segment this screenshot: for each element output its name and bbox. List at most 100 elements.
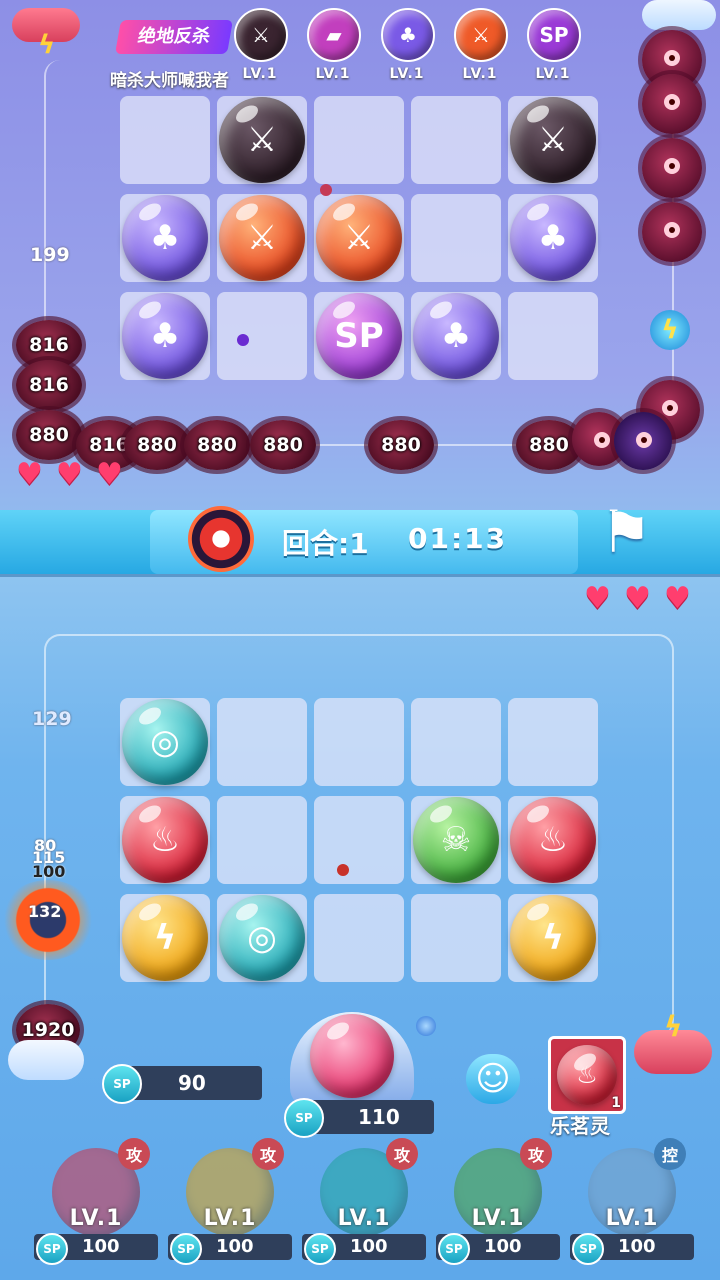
damage-number: 100 bbox=[32, 862, 66, 881]
swirl-ball[interactable]: ◎ bbox=[219, 895, 305, 981]
grid-cell bbox=[314, 96, 404, 184]
sword-ball: ⚔ bbox=[219, 97, 305, 183]
clover-ball: ♣ bbox=[510, 195, 596, 281]
monster-enemy bbox=[642, 202, 702, 262]
grid-cell bbox=[411, 698, 501, 786]
sp-ball: SP bbox=[316, 293, 402, 379]
character-count: 1 bbox=[611, 1095, 621, 1111]
launcher-knob bbox=[416, 1016, 436, 1036]
enemy-hp-880: 880 bbox=[184, 420, 250, 470]
clover-icon: ♣ bbox=[440, 316, 472, 356]
sp-badge: SP bbox=[284, 1098, 324, 1138]
sword-arrows-ball: ⚔ bbox=[316, 195, 402, 281]
sword-arrows-icon: ⚔ bbox=[246, 218, 278, 258]
round-label: 回合:1 bbox=[282, 527, 369, 560]
sp-icon: SP bbox=[334, 316, 384, 356]
skill-card-skull[interactable]: LV.1 攻 100 SP bbox=[436, 1138, 560, 1265]
next-character-card[interactable]: ♨ 1 bbox=[548, 1036, 626, 1114]
flame-icon: ♨ bbox=[149, 820, 181, 860]
control-tag: 控 bbox=[654, 1138, 686, 1170]
sp-cost-value: 100 bbox=[618, 1236, 656, 1257]
grid-cell bbox=[411, 96, 501, 184]
enemy-hp-880: 880 bbox=[16, 410, 82, 460]
flame-ball[interactable]: ♨ bbox=[122, 797, 208, 883]
sp-cost-value: 100 bbox=[216, 1236, 254, 1257]
sword-arrows-icon: ⚔ bbox=[343, 218, 375, 258]
sp-counter-center: 110 bbox=[306, 1100, 434, 1134]
sp-cost-value: 100 bbox=[484, 1236, 522, 1257]
surrender-flag-button[interactable]: ⚑ bbox=[600, 500, 670, 564]
heart-icon: ♥ bbox=[16, 457, 43, 492]
attack-tag: 攻 bbox=[386, 1138, 418, 1170]
monster-enemy bbox=[642, 138, 702, 198]
enemy-hp-816: 816 bbox=[16, 360, 82, 410]
enemy-hp-880: 880 bbox=[124, 420, 190, 470]
opponent-side-number: 199 bbox=[30, 244, 70, 266]
sp-cost-value: 100 bbox=[82, 1236, 120, 1257]
bolt-icon: ϟ bbox=[541, 918, 565, 958]
sp-badge: SP bbox=[170, 1233, 202, 1265]
attack-tag: 攻 bbox=[118, 1138, 150, 1170]
clover-ball: ♣ bbox=[122, 195, 208, 281]
flame-ball: ♨ bbox=[557, 1045, 617, 1105]
clover-icon: ♣ bbox=[149, 218, 181, 258]
sword-arrows-icon: ⚔ bbox=[454, 8, 508, 62]
bolt-icon: ϟ bbox=[153, 918, 177, 958]
skill-card-flame[interactable]: LV.1 攻 100 SP bbox=[34, 1138, 158, 1265]
next-ball bbox=[310, 1014, 394, 1098]
clover-icon: ♣ bbox=[537, 218, 569, 258]
sp-cost-value: 100 bbox=[350, 1236, 388, 1257]
sp-icon: SP bbox=[527, 8, 581, 62]
attack-tag: 攻 bbox=[520, 1138, 552, 1170]
sp-badge: SP bbox=[572, 1233, 604, 1265]
chat-button[interactable]: ☺ bbox=[466, 1054, 520, 1104]
next-character-name: 乐茗灵 bbox=[550, 1114, 610, 1138]
pink-card-icon: ▰ bbox=[307, 8, 361, 62]
skill-level: LV.1 bbox=[203, 1206, 257, 1231]
ball-launcher[interactable] bbox=[286, 1006, 436, 1108]
skull-ball[interactable]: ☠ bbox=[413, 797, 499, 883]
skill-level: LV.1 bbox=[69, 1206, 123, 1231]
projectile-dot bbox=[337, 864, 349, 876]
enemy-hp-880: 880 bbox=[368, 420, 434, 470]
skill-level: LV.1 bbox=[605, 1206, 659, 1231]
heart-icon: ♥ bbox=[584, 581, 611, 616]
target-eye-icon bbox=[188, 506, 254, 572]
monster-enemy bbox=[642, 74, 702, 134]
bolt-ball[interactable]: ϟ bbox=[510, 895, 596, 981]
skill-card-snowflake[interactable]: LV.1 控 100 SP bbox=[570, 1138, 694, 1265]
opponent-title-text: 绝地反杀 bbox=[136, 26, 212, 47]
grid-cell bbox=[217, 698, 307, 786]
clover-ball: ♣ bbox=[122, 293, 208, 379]
flame-icon: ♨ bbox=[537, 820, 569, 860]
skill-card-swirl[interactable]: LV.1 攻 100 SP bbox=[302, 1138, 426, 1265]
attack-tag: 攻 bbox=[252, 1138, 284, 1170]
skill-level: LV.1 bbox=[471, 1206, 525, 1231]
sword-ball: ⚔ bbox=[510, 97, 596, 183]
crossed-swords-icon: ⚔ bbox=[537, 120, 569, 160]
heart-icon: ♥ bbox=[96, 457, 123, 492]
clover-ball: ♣ bbox=[413, 293, 499, 379]
grid-cell bbox=[411, 894, 501, 982]
grid-cell bbox=[508, 698, 598, 786]
heart-icon: ♥ bbox=[56, 457, 83, 492]
cloud-icon bbox=[642, 0, 716, 30]
clover-icon: ♣ bbox=[149, 316, 181, 356]
flame-ball[interactable]: ♨ bbox=[510, 797, 596, 883]
opponent-title-badge: 绝地反杀 bbox=[115, 20, 233, 54]
player-side-number: 129 bbox=[32, 708, 72, 730]
swirl-ball[interactable]: ◎ bbox=[122, 699, 208, 785]
crossed-swords-icon: ⚔ bbox=[246, 120, 278, 160]
grid-cell bbox=[217, 292, 307, 380]
damage-number: 132 bbox=[28, 902, 62, 921]
bolt-ball[interactable]: ϟ bbox=[122, 895, 208, 981]
enemy-hp-880: 880 bbox=[250, 420, 316, 470]
cloud-icon bbox=[8, 1040, 84, 1080]
grid-cell bbox=[314, 796, 404, 884]
smile-icon: ☺ bbox=[475, 1059, 511, 1099]
skill-card-bolt[interactable]: LV.1 攻 100 SP bbox=[168, 1138, 292, 1265]
flag-icon: ⚑ bbox=[600, 498, 652, 566]
grid-cell bbox=[120, 96, 210, 184]
projectile-dot bbox=[237, 334, 249, 346]
sword-arrows-ball: ⚔ bbox=[219, 195, 305, 281]
